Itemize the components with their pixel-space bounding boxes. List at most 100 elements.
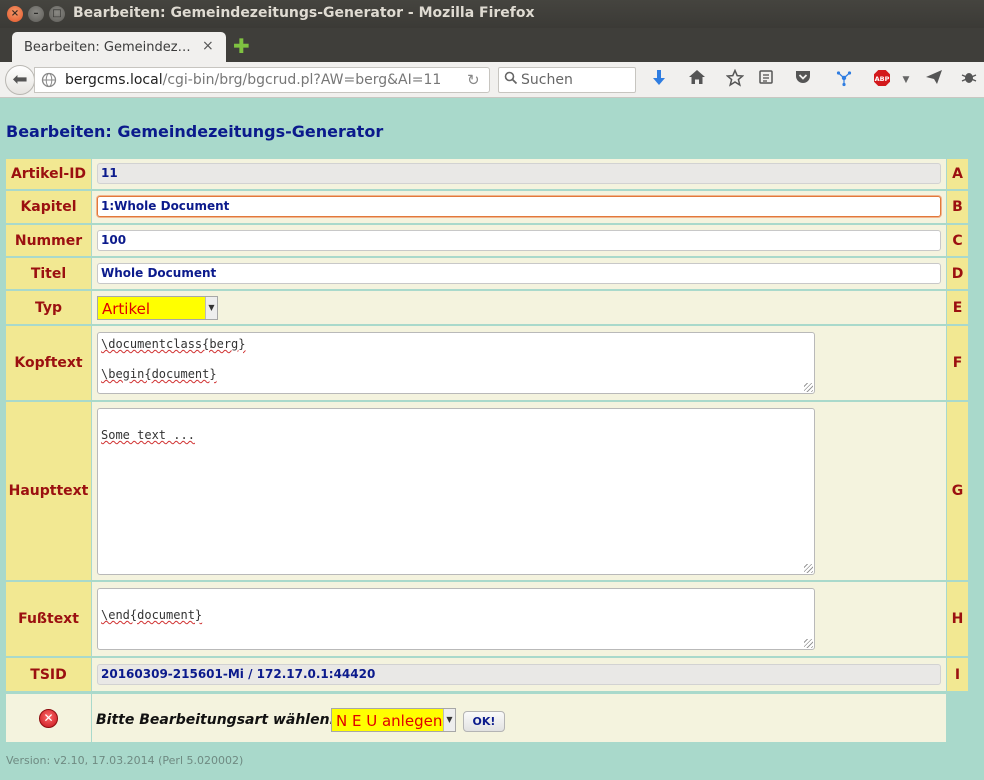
ok-button[interactable]: OK! xyxy=(463,711,505,732)
url-path: /cgi-bin/brg/bgcrud.pl?AW=berg&AI=11 xyxy=(162,72,442,88)
adblock-label: ABP xyxy=(875,75,890,83)
fusstext-line-1 xyxy=(101,593,811,608)
row-letter-c: C xyxy=(947,225,968,256)
download-icon[interactable] xyxy=(648,69,670,91)
artikel-id-value: 11 xyxy=(101,166,118,180)
haupttext-line-2: Some text ... xyxy=(101,428,811,443)
bug-icon[interactable] xyxy=(958,69,980,91)
value-cell-haupttext: Some text ... xyxy=(92,402,946,580)
reload-icon[interactable]: ↻ xyxy=(467,71,480,89)
mode-select[interactable]: N E U anlegen ▼ xyxy=(331,708,456,732)
row-letter-h: H xyxy=(947,582,968,656)
label-typ: Typ xyxy=(6,291,91,324)
chevron-down-icon: ▼ xyxy=(443,709,455,731)
row-letter-f: F xyxy=(947,326,968,400)
bookmark-star-icon[interactable] xyxy=(724,68,746,91)
artikel-id-field[interactable]: 11 xyxy=(97,163,941,184)
row-letter-b: B xyxy=(947,191,968,223)
nummer-field[interactable]: 100 xyxy=(97,230,941,251)
url-text: bergcms.local/cgi-bin/brg/bgcrud.pl?AW=b… xyxy=(65,72,441,88)
row-letter-a: A xyxy=(947,159,968,189)
value-cell-artikel-id: 11 xyxy=(92,159,946,189)
adblock-icon[interactable]: ABP xyxy=(871,69,893,91)
tsid-value: 20160309-215601-Mi / 172.17.0.1:44420 xyxy=(101,667,376,681)
version-footer: Version: v2.10, 17.03.2014 (Perl 5.02000… xyxy=(6,754,244,767)
fusstext-line-2-text: \end{document} xyxy=(101,608,203,622)
kopftext-line-1: \documentclass{berg} xyxy=(101,337,811,352)
kopftext-line-3: \begin{document} xyxy=(101,367,811,382)
row-letter-d: D xyxy=(947,258,968,289)
haupttext-textarea[interactable]: Some text ... xyxy=(97,408,815,575)
adblock-dropdown-icon[interactable]: ▼ xyxy=(895,69,917,91)
sync-icon[interactable] xyxy=(833,69,855,91)
new-tab-icon[interactable]: ✚ xyxy=(233,34,250,58)
kopftext-line-2 xyxy=(101,352,811,367)
resize-grip-icon[interactable] xyxy=(804,383,813,392)
globe-icon xyxy=(41,72,57,88)
label-titel: Titel xyxy=(6,258,91,289)
label-fusstext: Fußtext xyxy=(6,582,91,656)
window-close-button[interactable]: × xyxy=(7,6,23,22)
value-cell-nummer: 100 xyxy=(92,225,946,256)
cancel-icon[interactable]: ✕ xyxy=(39,709,58,728)
value-cell-kapitel: 1:Whole Document xyxy=(92,191,946,223)
pocket-icon[interactable] xyxy=(792,69,814,91)
action-cell-left: ✕ xyxy=(6,694,91,742)
kopftext-line-1-text: \documentclass{berg} xyxy=(101,337,246,351)
row-letter-g: G xyxy=(947,402,968,580)
window-titlebar: × – □ Bearbeiten: Gemeindezeitungs-Gener… xyxy=(0,0,984,28)
chevron-down-icon: ▼ xyxy=(205,297,217,319)
tab-close-icon[interactable]: × xyxy=(202,38,214,54)
back-button[interactable]: ⬅ xyxy=(5,65,35,95)
browser-tab[interactable]: Bearbeiten: Gemeindez… × xyxy=(12,32,226,62)
window-minimize-button[interactable]: – xyxy=(28,6,44,22)
titel-field[interactable]: Whole Document xyxy=(97,263,941,284)
titel-value: Whole Document xyxy=(101,266,217,280)
haupttext-line-1 xyxy=(101,413,811,428)
send-icon[interactable] xyxy=(923,69,945,91)
url-bar[interactable]: bergcms.local/cgi-bin/brg/bgcrud.pl?AW=b… xyxy=(34,67,490,93)
tab-strip: Bearbeiten: Gemeindez… × ✚ xyxy=(0,28,984,62)
page-content: Bearbeiten: Gemeindezeitungs-Generator A… xyxy=(0,99,984,780)
window-title: Bearbeiten: Gemeindezeitungs-Generator -… xyxy=(73,5,535,21)
label-kapitel: Kapitel xyxy=(6,191,91,223)
typ-select[interactable]: Artikel ▼ xyxy=(97,296,218,320)
kapitel-value: 1:Whole Document xyxy=(101,199,230,213)
search-box[interactable] xyxy=(498,67,636,93)
label-artikel-id: Artikel-ID xyxy=(6,159,91,189)
home-icon[interactable] xyxy=(686,69,708,91)
row-letter-i: I xyxy=(947,658,968,691)
value-cell-kopftext: \documentclass{berg} \begin{document} xyxy=(92,326,946,400)
typ-selected-value: Artikel xyxy=(102,300,151,318)
kopftext-textarea[interactable]: \documentclass{berg} \begin{document} xyxy=(97,332,815,394)
resize-grip-icon[interactable] xyxy=(804,564,813,573)
search-input[interactable] xyxy=(521,71,631,89)
mode-selected-value: N E U anlegen xyxy=(336,712,443,730)
kopftext-line-3-text: \begin{document} xyxy=(101,367,217,381)
mode-prompt: Bitte Bearbeitungsart wählen: xyxy=(96,712,336,728)
value-cell-tsid: 20160309-215601-Mi / 172.17.0.1:44420 xyxy=(92,658,946,691)
kapitel-field[interactable]: 1:Whole Document xyxy=(97,196,941,217)
value-cell-typ: Artikel ▼ xyxy=(92,291,946,324)
fusstext-textarea[interactable]: \end{document} xyxy=(97,588,815,650)
window-maximize-button[interactable]: □ xyxy=(49,6,65,22)
label-nummer: Nummer xyxy=(6,225,91,256)
nummer-value: 100 xyxy=(101,233,127,247)
label-haupttext: Haupttext xyxy=(6,402,91,580)
label-kopftext: Kopftext xyxy=(6,326,91,400)
action-cell-main: Bitte Bearbeitungsart wählen: N E U anle… xyxy=(92,694,946,742)
back-arrow-icon: ⬅ xyxy=(12,69,28,90)
page-title: Bearbeiten: Gemeindezeitungs-Generator xyxy=(6,122,384,141)
search-icon xyxy=(504,71,518,89)
label-tsid: TSID xyxy=(6,658,91,691)
reading-list-icon[interactable] xyxy=(755,69,777,91)
resize-grip-icon[interactable] xyxy=(804,639,813,648)
tsid-field[interactable]: 20160309-215601-Mi / 172.17.0.1:44420 xyxy=(97,664,941,685)
nav-toolbar: ⬅ bergcms.local/cgi-bin/brg/bgcrud.pl?AW… xyxy=(0,62,984,98)
tab-title: Bearbeiten: Gemeindez… xyxy=(24,40,191,55)
haupttext-line-2-text: Some text ... xyxy=(101,428,195,442)
value-cell-fusstext: \end{document} xyxy=(92,582,946,656)
value-cell-titel: Whole Document xyxy=(92,258,946,289)
fusstext-line-2: \end{document} xyxy=(101,608,811,623)
row-letter-e: E xyxy=(947,291,968,324)
